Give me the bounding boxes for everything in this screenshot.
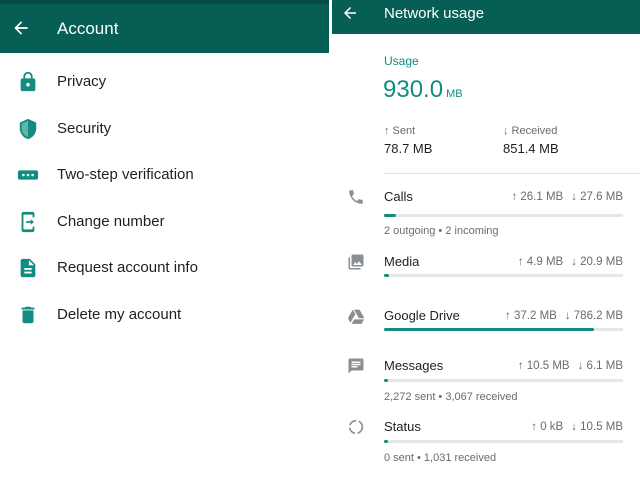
usage-row-stats: ↑ 37.2 MB ↓ 786.2 MB (505, 309, 623, 323)
phone-icon (349, 190, 363, 204)
usage-row-sent: ↑ 26.1 MB (511, 191, 564, 203)
usage-row-detail: 2,272 sent • 3,067 received (384, 391, 518, 403)
usage-row-sent: ↑ 0 kB (531, 421, 564, 433)
menu-item-delete-my-account[interactable]: Delete my account (0, 292, 329, 338)
dots-icon (17, 170, 39, 180)
sent-summary: ↑ Sent 78.7 MB (384, 124, 432, 158)
lock-icon (20, 71, 36, 92)
shield-icon (19, 118, 37, 140)
account-screen: Account Privacy Security Two-step verifi… (0, 0, 329, 477)
back-arrow-icon[interactable] (341, 4, 359, 22)
account-app-bar: Account (0, 0, 329, 53)
usage-row-status[interactable]: Status ↑ 0 kB ↓ 10.5 MB 0 sent • 1,031 re… (332, 418, 640, 477)
usage-bar-track (384, 440, 623, 443)
usage-row-name: Status (384, 419, 421, 434)
usage-row-received: ↓ 27.6 MB (571, 191, 623, 203)
usage-bar-fill (384, 214, 396, 217)
menu-item-change-number[interactable]: Change number (0, 199, 329, 245)
menu-item-label: Two-step verification (57, 166, 194, 183)
usage-total-value: 930.0 (383, 76, 444, 103)
usage-row-stats: ↑ 0 kB ↓ 10.5 MB (531, 420, 623, 434)
usage-label: Usage (384, 54, 419, 68)
usage-bar-fill (384, 379, 388, 382)
menu-item-label: Change number (57, 213, 165, 230)
usage-row-sent: ↑ 10.5 MB (517, 360, 570, 372)
usage-bar-track (384, 379, 623, 382)
received-summary: ↓ Received 851.4 MB (503, 124, 559, 158)
status-icon (348, 419, 364, 435)
usage-row-received: ↓ 20.9 MB (571, 256, 623, 268)
usage-bar-track (384, 328, 623, 331)
page-title: Account (57, 19, 119, 38)
usage-total: 930.0 MB (383, 76, 463, 104)
menu-item-request-account-info[interactable]: Request account info (0, 245, 329, 291)
usage-row-stats: ↑ 4.9 MB ↓ 20.9 MB (518, 255, 623, 269)
trash-icon (21, 306, 35, 324)
phone-change-icon (21, 211, 35, 233)
received-label: ↓ Received (503, 125, 558, 137)
usage-row-stats: ↑ 10.5 MB ↓ 6.1 MB (518, 359, 623, 373)
page-title: Network usage (384, 5, 485, 22)
document-icon (20, 258, 36, 278)
network-usage-screen: Network usage Usage 930.0 MB ↑ Sent 78.7 … (332, 0, 640, 477)
usage-row-sent: ↑ 37.2 MB (505, 310, 557, 322)
menu-item-two-step-verification[interactable]: Two-step verification (0, 152, 329, 198)
usage-bar-fill (384, 440, 388, 443)
usage-row-sent: ↑ 4.9 MB (517, 256, 564, 268)
menu-item-label: Privacy (57, 73, 107, 90)
sent-label: ↑ Sent (384, 125, 416, 137)
usage-row-calls[interactable]: Calls ↑ 26.1 MB ↓ 27.6 MB 2 outgoing • 2 … (332, 188, 640, 248)
network-usage-app-bar: Network usage (332, 0, 640, 34)
usage-row-received: ↓ 786.2 MB (564, 310, 623, 322)
usage-total-unit: MB (446, 88, 463, 100)
usage-row-media[interactable]: Media ↑ 4.9 MB ↓ 20.9 MB (332, 253, 640, 313)
usage-row-name: Google Drive (384, 308, 460, 323)
usage-bar-track (384, 274, 623, 277)
usage-bar-track (384, 214, 623, 217)
back-arrow-icon[interactable] (11, 18, 31, 38)
usage-row-received: ↓ 10.5 MB (571, 421, 623, 433)
usage-bar-fill (384, 274, 389, 277)
usage-bar-fill (384, 328, 595, 331)
usage-row-name: Calls (384, 189, 413, 204)
usage-row-detail: 2 outgoing • 2 incoming (384, 225, 499, 237)
menu-item-security[interactable]: Security (0, 106, 329, 152)
status-bar-stripe (0, 0, 329, 4)
menu-item-label: Request account info (57, 259, 198, 276)
sent-value: 78.7 MB (384, 141, 433, 156)
received-value: 851.4 MB (503, 141, 559, 156)
usage-row-stats: ↑ 26.1 MB ↓ 27.6 MB (511, 190, 623, 204)
message-icon (348, 358, 364, 374)
usage-row-detail: 0 sent • 1,031 received (384, 452, 497, 464)
section-divider (384, 173, 640, 174)
photo-icon (348, 254, 364, 270)
menu-item-privacy[interactable]: Privacy (0, 59, 329, 105)
usage-row-name: Media (384, 254, 420, 269)
usage-row-name: Messages (384, 358, 444, 373)
usage-row-messages[interactable]: Messages ↑ 10.5 MB ↓ 6.1 MB 2,272 sent • … (332, 357, 640, 417)
usage-row-received: ↓ 6.1 MB (577, 360, 623, 372)
menu-item-label: Delete my account (57, 306, 182, 323)
menu-item-label: Security (57, 120, 112, 137)
google-drive-icon (347, 309, 365, 324)
